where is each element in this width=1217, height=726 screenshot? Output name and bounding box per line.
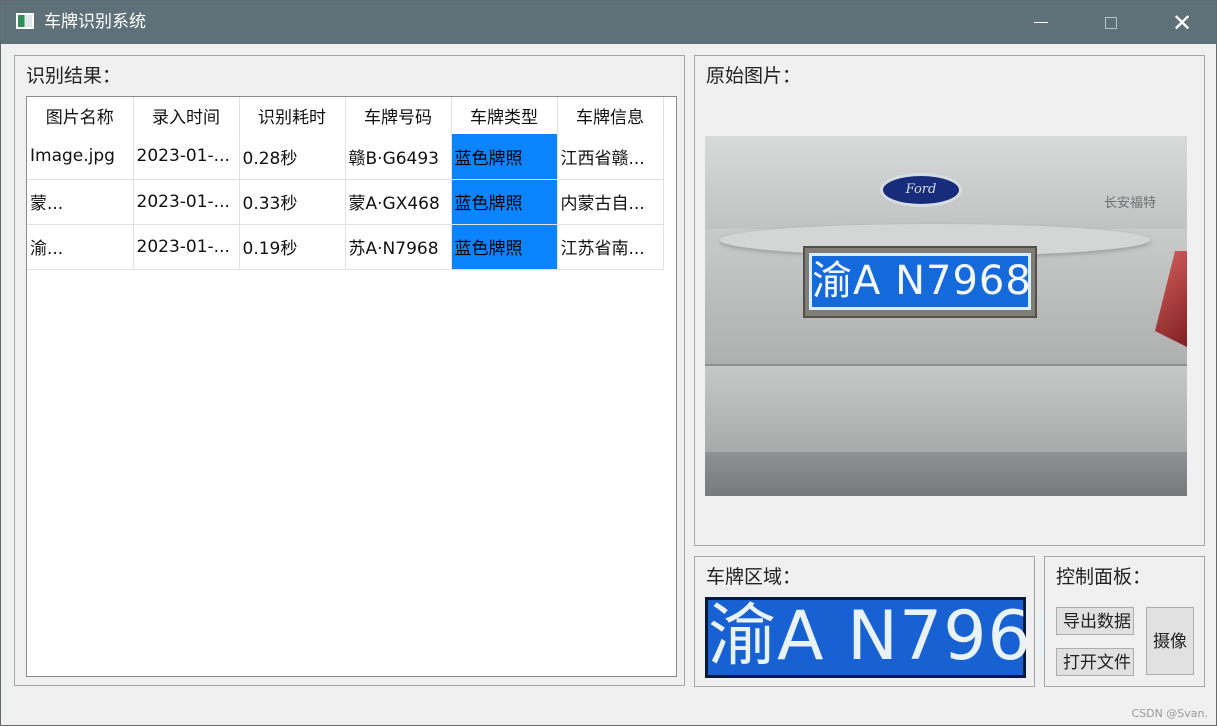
- header-recognition-time[interactable]: 识别耗时: [239, 97, 346, 134]
- plate-info-cell[interactable]: 江苏省南...: [557, 224, 664, 270]
- recognition-results-panel: 识别结果： 图片名称 录入时间 识别耗时 车牌号码 车牌类型 车牌信息 Imag…: [14, 55, 685, 686]
- table-header-row: 图片名称 录入时间 识别耗时 车牌号码 车牌类型 车牌信息: [27, 97, 664, 134]
- control-panel: 控制面板： 导出数据 打开文件 摄像: [1044, 556, 1205, 687]
- plate-number-cell[interactable]: 苏A·N7968: [345, 224, 452, 270]
- road-surface: [705, 452, 1187, 496]
- car-emblem: Ford: [880, 173, 962, 207]
- minimize-icon: [1034, 22, 1048, 23]
- header-entry-time[interactable]: 录入时间: [133, 97, 240, 134]
- maximize-icon: [1105, 16, 1117, 29]
- cropped-plate-image: 渝A N7968: [705, 597, 1075, 678]
- recognition-time-cell[interactable]: 0.19秒: [239, 224, 346, 270]
- csdn-watermark: CSDN @Svan.: [1131, 707, 1208, 720]
- header-plate-info[interactable]: 车牌信息: [557, 97, 664, 134]
- entry-time-cell[interactable]: 2023-01-...: [133, 179, 240, 225]
- original-image-panel: 原始图片： Ford 长安福特 渝A N7968: [694, 55, 1205, 546]
- plate-info-cell[interactable]: 江西省赣...: [557, 134, 664, 180]
- table-row[interactable]: Image.jpg 2023-01-... 0.28秒 赣B·G6493 蓝色牌…: [27, 134, 664, 180]
- plate-region-panel: 车牌区域： 渝A N7968: [694, 556, 1075, 687]
- plate-number-cell[interactable]: 蒙A·GX468: [345, 179, 452, 225]
- image-name-cell[interactable]: 渝...: [27, 224, 134, 270]
- open-file-button[interactable]: 打开文件: [1056, 648, 1134, 676]
- recognition-time-cell[interactable]: 0.28秒: [239, 134, 346, 180]
- license-plate-in-photo: 渝A N7968: [809, 253, 1031, 310]
- plate-type-cell[interactable]: 蓝色牌照: [451, 224, 558, 270]
- control-panel-title: 控制面板：: [1056, 566, 1152, 588]
- minimize-button[interactable]: [1006, 1, 1076, 44]
- plate-region-title: 车牌区域：: [706, 566, 802, 588]
- close-icon: ✕: [1171, 8, 1193, 37]
- header-image-name[interactable]: 图片名称: [27, 97, 134, 134]
- window-title: 车牌识别系统: [44, 12, 146, 32]
- plate-info-cell[interactable]: 内蒙古自...: [557, 179, 664, 225]
- app-window-icon: [16, 13, 34, 29]
- recognition-time-cell[interactable]: 0.33秒: [239, 179, 346, 225]
- plate-type-cell[interactable]: 蓝色牌照: [451, 134, 558, 180]
- maximize-button[interactable]: [1076, 1, 1146, 44]
- plate-number-cell[interactable]: 赣B·G6493: [345, 134, 452, 180]
- image-name-cell[interactable]: 蒙...: [27, 179, 134, 225]
- entry-time-cell[interactable]: 2023-01-...: [133, 134, 240, 180]
- car-badge-text: 长安福特: [1104, 196, 1157, 211]
- recognition-results-title: 识别结果：: [26, 65, 122, 87]
- table-row[interactable]: 渝... 2023-01-... 0.19秒 苏A·N7968 蓝色牌照 江苏省…: [27, 224, 664, 270]
- main-window: 车牌识别系统 ✕ 识别结果： 图片名称 录入时间 识别耗时 车牌号码 车牌类型: [0, 0, 1217, 726]
- image-name-cell[interactable]: Image.jpg: [27, 134, 134, 180]
- camera-button[interactable]: 摄像: [1146, 607, 1194, 675]
- original-car-image: Ford 长安福特 渝A N7968: [705, 136, 1187, 496]
- plate-type-cell[interactable]: 蓝色牌照: [451, 179, 558, 225]
- table-row[interactable]: 蒙... 2023-01-... 0.33秒 蒙A·GX468 蓝色牌照 内蒙古…: [27, 179, 664, 225]
- title-bar: 车牌识别系统 ✕: [1, 1, 1216, 44]
- results-table: 图片名称 录入时间 识别耗时 车牌号码 车牌类型 车牌信息 Image.jpg …: [27, 97, 664, 270]
- entry-time-cell[interactable]: 2023-01-...: [133, 224, 240, 270]
- license-plate-holder: 渝A N7968: [803, 246, 1037, 318]
- header-plate-number[interactable]: 车牌号码: [345, 97, 452, 134]
- results-table-container[interactable]: 图片名称 录入时间 识别耗时 车牌号码 车牌类型 车牌信息 Image.jpg …: [26, 96, 677, 677]
- export-data-button[interactable]: 导出数据: [1056, 607, 1134, 635]
- original-image-title: 原始图片：: [706, 65, 802, 87]
- close-button[interactable]: ✕: [1147, 1, 1217, 44]
- header-plate-type[interactable]: 车牌类型: [451, 97, 558, 134]
